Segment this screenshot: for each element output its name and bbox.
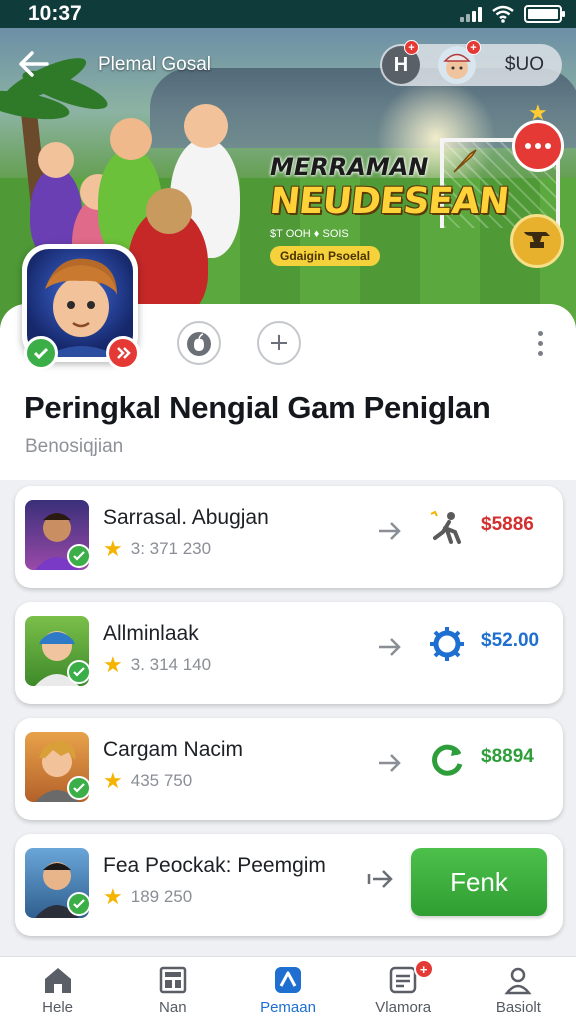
list-item[interactable]: Fea Peockak: Peemgim ★ 189 250 Fenk <box>15 834 563 936</box>
rocket-icon <box>453 149 477 173</box>
back-arrow-icon <box>19 51 49 77</box>
status-icons <box>460 5 565 23</box>
page-subtitle: Benosiqjian <box>25 436 124 457</box>
top-bar: Plemal Gosal H + + $UO <box>0 40 576 88</box>
nav-item-play[interactable]: Pemaan <box>230 957 345 1024</box>
star-icon: ★ <box>103 652 123 677</box>
player-meta: ★ 3: 371 230 <box>103 538 211 560</box>
event-title-art: MERRAMAN NEUDESEAN $T OOH ♦ SOIS Gdaigin… <box>267 153 511 266</box>
app-screen: 10:37 MERRAMAN NEUDESEAN $T OOH ♦ SOIS G… <box>0 0 576 1024</box>
nav-label: Nan <box>159 999 187 1016</box>
wifi-icon <box>492 5 514 23</box>
page-title: Peringkal Nengial Gam Peniglan <box>24 390 491 425</box>
event-title-line1: MERRAMAN <box>270 153 429 181</box>
player-meta: ★ 435 750 <box>103 770 192 792</box>
rank-badge <box>106 336 140 370</box>
list-item[interactable]: Sarrasal. Abugjan ★ 3: 371 230 $5886 <box>15 486 563 588</box>
fenk-button[interactable]: Fenk <box>411 848 547 916</box>
back-button[interactable] <box>14 44 54 84</box>
top-actions-pill: H + + $UO <box>380 40 562 86</box>
player-score: 3. 314 140 <box>130 655 212 674</box>
home-icon <box>44 968 71 993</box>
running-man-icon[interactable] <box>427 508 467 548</box>
more-options-button[interactable] <box>528 326 552 360</box>
event-title-line2: NEUDESEAN <box>267 181 511 222</box>
verified-badge <box>24 336 58 370</box>
player-name: Sarrasal. Abugjan <box>103 506 269 529</box>
h-button-badge: + <box>404 40 419 55</box>
verified-check-icon <box>67 892 91 916</box>
messages-badge: + <box>413 959 434 979</box>
apple-icon <box>187 332 211 356</box>
nav-label: Basiolt <box>495 999 541 1016</box>
divide-plus-icon <box>271 334 287 350</box>
check-icon <box>33 347 49 360</box>
signal-icon <box>460 6 482 22</box>
price-tag: $8894 <box>481 746 534 767</box>
profile-icon <box>504 967 532 995</box>
arrow-right-icon <box>379 754 401 772</box>
refresh-icon[interactable] <box>427 740 467 780</box>
player-meta: ★ 189 250 <box>103 886 192 908</box>
player-name: Fea Peockak: Peemgim <box>103 854 326 877</box>
nav-item-profile[interactable]: Basiolt <box>461 957 576 1024</box>
battery-icon <box>524 5 565 23</box>
arrow-into-icon <box>367 870 393 888</box>
nav-label: Hele <box>42 999 74 1016</box>
list-item[interactable]: Allminlaak ★ 3. 314 140 $52.00 <box>15 602 563 704</box>
verified-check-icon <box>67 660 91 684</box>
nav-item-messages[interactable]: + Vlamora <box>346 957 461 1024</box>
verified-check-icon <box>67 776 91 800</box>
player-meta: ★ 3. 314 140 <box>103 654 211 676</box>
verified-check-icon <box>67 544 91 568</box>
apple-login-button[interactable] <box>177 321 221 365</box>
avatar-badge: + <box>466 40 481 55</box>
trophy-button[interactable] <box>510 214 564 268</box>
list-item[interactable]: Cargam Nacim ★ 435 750 $8894 <box>15 718 563 820</box>
arrow-right-icon <box>379 522 401 540</box>
add-friend-button[interactable] <box>257 321 301 365</box>
status-bar: 10:37 <box>0 0 576 28</box>
player-name: Cargam Nacim <box>103 738 244 761</box>
news-icon <box>159 966 187 994</box>
nav-item-news[interactable]: Nan <box>115 957 230 1024</box>
chat-button[interactable] <box>512 120 564 172</box>
star-icon: ★ <box>103 768 123 793</box>
nav-label: Vlamora <box>375 999 432 1016</box>
star-icon: ★ <box>103 536 123 561</box>
h-button-label: H <box>393 53 409 76</box>
double-chevron-icon <box>117 347 131 359</box>
star-icon: ★ <box>103 884 123 909</box>
play-icon <box>275 967 301 993</box>
coin-balance: $UO <box>504 54 544 75</box>
price-tag: $52.00 <box>481 630 540 651</box>
event-pill[interactable]: Gdaigin Psoelal <box>270 246 381 266</box>
gear-badge-icon[interactable] <box>427 624 467 664</box>
banner-title: Plemal Gosal <box>98 54 211 75</box>
anvil-icon <box>524 232 550 248</box>
nav-label: Pemaan <box>260 999 316 1016</box>
player-name: Allminlaak <box>103 622 199 645</box>
player-score: 189 250 <box>130 887 193 906</box>
arrow-right-icon <box>379 638 401 656</box>
player-score: 3: 371 230 <box>130 539 212 558</box>
player-score: 435 750 <box>130 771 193 790</box>
nav-item-home[interactable]: Hele <box>0 957 115 1024</box>
status-time: 10:37 <box>28 2 82 25</box>
price-tag: $5886 <box>481 514 534 535</box>
bottom-navigation: Hele Nan Pemaan + Vlamora Basiolt <box>0 956 576 1024</box>
event-title-line3: $T OOH ♦ SOIS <box>270 228 349 240</box>
